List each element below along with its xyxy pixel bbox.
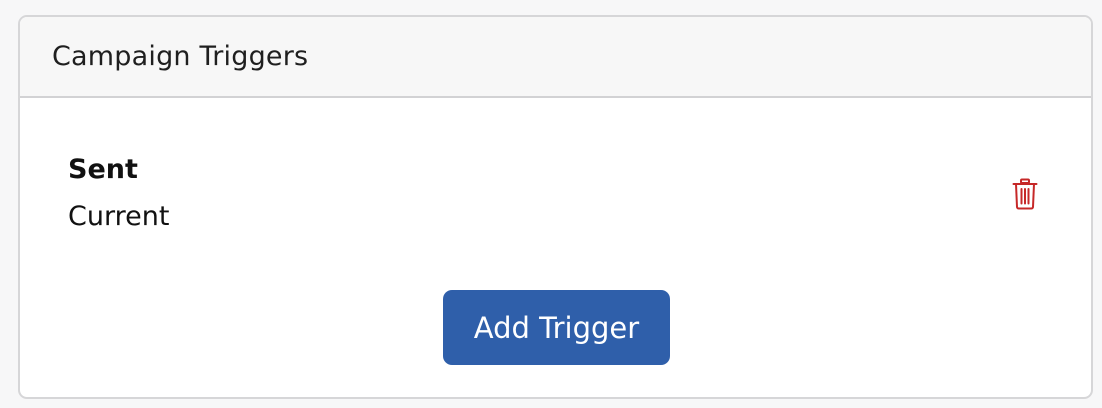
panel-body: Sent Current Add Trigger bbox=[20, 98, 1091, 397]
delete-trigger-button[interactable] bbox=[1010, 176, 1040, 212]
panel-header: Campaign Triggers bbox=[20, 17, 1091, 98]
trigger-name: Sent bbox=[68, 154, 138, 185]
trigger-status: Current bbox=[68, 201, 170, 232]
panel-title: Campaign Triggers bbox=[52, 41, 309, 72]
campaign-triggers-panel: Campaign Triggers Sent Current Add Trigg… bbox=[18, 15, 1093, 399]
add-trigger-button[interactable]: Add Trigger bbox=[443, 290, 670, 365]
trash-icon bbox=[1012, 178, 1038, 210]
trigger-item: Sent Current bbox=[68, 154, 1043, 244]
